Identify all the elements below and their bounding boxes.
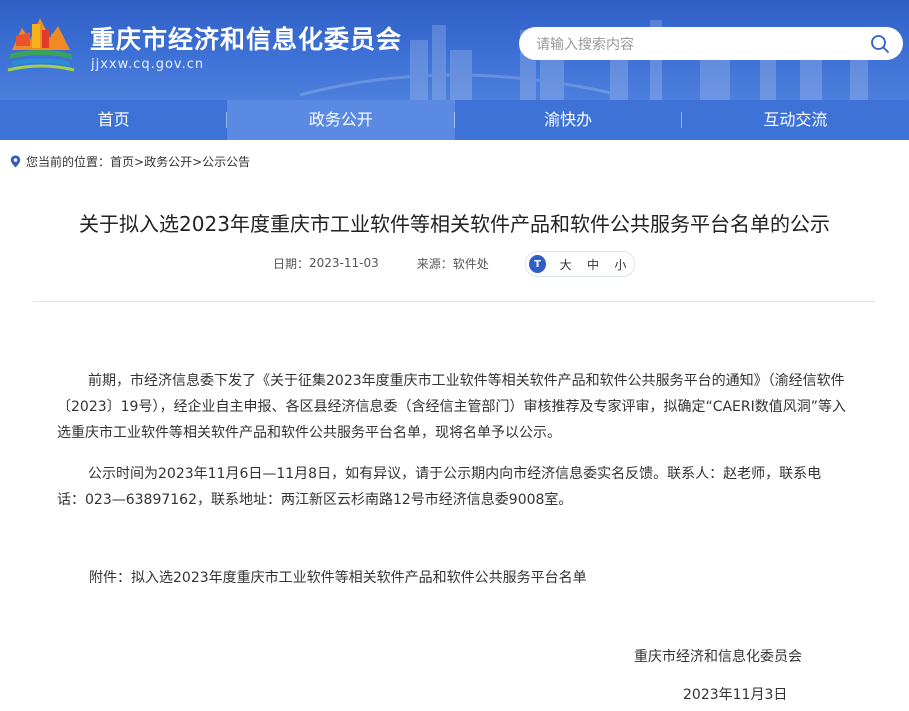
nav-item-interaction[interactable]: 互动交流 [682,100,909,140]
font-size-small-option[interactable]: 小 [607,256,634,273]
font-size-switcher: T 大 中 小 [525,251,635,277]
font-size-medium-option[interactable]: 中 [579,256,606,273]
source-label: 来源： [416,256,453,271]
breadcrumb-prefix: 您当前的位置： [26,155,111,169]
site-title[interactable]: 重庆市经济和信息化委员会 [90,20,402,56]
article-paragraph: 公示时间为2023年11月6日—11月8日，如有异议，请于公示期内向市经济信息委… [57,466,822,508]
font-size-large-option[interactable]: 大 [552,256,579,273]
site-domain: jjxxw.cq.gov.cn [91,57,205,72]
breadcrumb-separator: > [134,154,145,169]
nav-item-label: 互动交流 [763,110,828,129]
article-meta: 日期： 2023-11-03 来源： 软件处 [273,250,489,276]
breadcrumb-gov-affairs[interactable]: 政务公开 [144,153,192,170]
breadcrumb-announcements[interactable]: 公示公告 [202,153,250,170]
article-paragraph: 前期，市经济信息委下发了《关于征集2023年度重庆市工业软件等相关软件产品和软件… [57,373,847,441]
search-box [519,27,903,62]
date-label: 日期： [273,256,310,271]
search-input[interactable] [534,27,858,62]
location-pin-icon [10,155,21,168]
article-source: 软件处 [452,256,489,271]
attachment-link[interactable]: 附件：拟入选2023年度重庆市工业软件等相关软件产品和软件公共服务平台名单 [89,567,587,587]
article-date: 2023-11-03 [309,256,379,270]
breadcrumb: 您当前的位置： 首页 > 政务公开 > 公示公告 [10,153,250,170]
site-logo[interactable] [6,10,76,76]
nav-item-yukuaiban[interactable]: 渝快办 [455,100,682,140]
article-title: 关于拟入选2023年度重庆市工业软件等相关软件产品和软件公共服务平台名单的公示 [79,212,830,236]
breadcrumb-home[interactable]: 首页 [110,153,134,170]
nav-item-label: 首页 [97,110,130,129]
breadcrumb-separator: > [192,154,203,169]
site-header: 重庆市经济和信息化委员会 jjxxw.cq.gov.cn [0,0,909,100]
font-size-icon: T [529,255,546,273]
nav-item-gov-affairs[interactable]: 政务公开 [227,100,455,140]
nav-item-label: 渝快办 [544,110,593,129]
signature-organization: 重庆市经济和信息化委员会 [634,649,802,665]
content-divider [33,301,875,302]
signature-date: 2023年11月3日 [683,687,788,703]
nav-item-home[interactable]: 首页 [0,100,228,140]
main-nav: 首页 政务公开 渝快办 互动交流 [0,100,909,140]
nav-item-label: 政务公开 [308,110,373,129]
search-icon[interactable] [869,33,891,55]
